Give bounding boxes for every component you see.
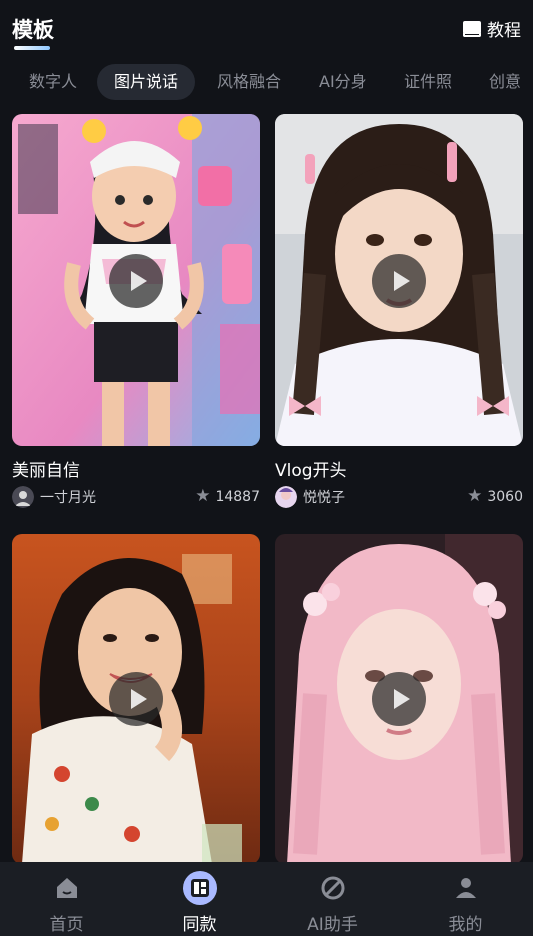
nav-label: 我的 [448, 915, 483, 935]
tutorial-button[interactable]: 教程 [463, 16, 521, 41]
play-icon[interactable] [109, 672, 163, 726]
author[interactable]: 悦悦子 [275, 486, 345, 508]
play-icon[interactable] [372, 254, 426, 308]
avatar [275, 486, 297, 508]
star-icon: ★ [195, 486, 211, 506]
author[interactable]: 一寸月光 [12, 486, 96, 508]
like-count: 14887 [215, 488, 260, 505]
category-tabs: 数字人 图片说话 风格融合 AI分身 证件照 创意 [0, 62, 533, 102]
tab-digital-human[interactable]: 数字人 [12, 64, 94, 100]
likes: ★ 3060 [467, 488, 523, 505]
card-title: 美丽自信 [12, 461, 80, 481]
page-title: 模板 [12, 18, 54, 42]
nav-label: 首页 [49, 915, 84, 935]
template-thumbnail[interactable] [12, 534, 260, 864]
profile-icon [455, 878, 476, 898]
card-title: Vlog开头 [275, 461, 347, 481]
tutorial-label: 教程 [487, 21, 521, 41]
author-name: 一寸月光 [40, 490, 96, 506]
tab-picture-talk[interactable]: 图片说话 [97, 64, 196, 100]
template-card[interactable] [275, 534, 523, 864]
template-thumbnail[interactable] [275, 114, 523, 446]
header: 模板 教程 [0, 0, 533, 60]
template-icon [182, 871, 217, 905]
like-count: 3060 [487, 488, 523, 505]
nav-label: AI助手 [307, 915, 358, 935]
template-card[interactable] [12, 534, 260, 864]
tab-creative[interactable]: 创意 [472, 64, 533, 100]
tab-ai-avatar[interactable]: AI分身 [302, 64, 384, 100]
nav-profile[interactable]: 我的 [399, 862, 532, 936]
nav-template[interactable]: 同款 [133, 862, 266, 936]
title-underline [14, 46, 50, 50]
play-icon[interactable] [372, 672, 426, 726]
tab-style-fusion[interactable]: 风格融合 [200, 64, 298, 100]
nav-ai-assistant[interactable]: AI助手 [266, 862, 399, 936]
avatar [12, 486, 34, 508]
template-thumbnail[interactable] [12, 114, 260, 446]
play-icon[interactable] [109, 254, 163, 308]
likes: ★ 14887 [195, 488, 260, 505]
book-icon [463, 20, 481, 37]
assistant-icon [321, 876, 344, 900]
tab-id-photo[interactable]: 证件照 [387, 64, 469, 100]
nav-label: 同款 [182, 915, 217, 935]
bottom-nav: 首页 同款 AI助手 我的 [0, 862, 533, 936]
author-name: 悦悦子 [303, 490, 345, 506]
template-card[interactable]: Vlog开头 悦悦子 ★ 3060 [275, 114, 523, 514]
home-icon [56, 878, 77, 898]
template-card[interactable]: 美丽自信 一寸月光 ★ 14887 [12, 114, 260, 514]
template-thumbnail[interactable] [275, 534, 523, 864]
nav-home[interactable]: 首页 [0, 862, 133, 936]
star-icon: ★ [467, 486, 483, 506]
